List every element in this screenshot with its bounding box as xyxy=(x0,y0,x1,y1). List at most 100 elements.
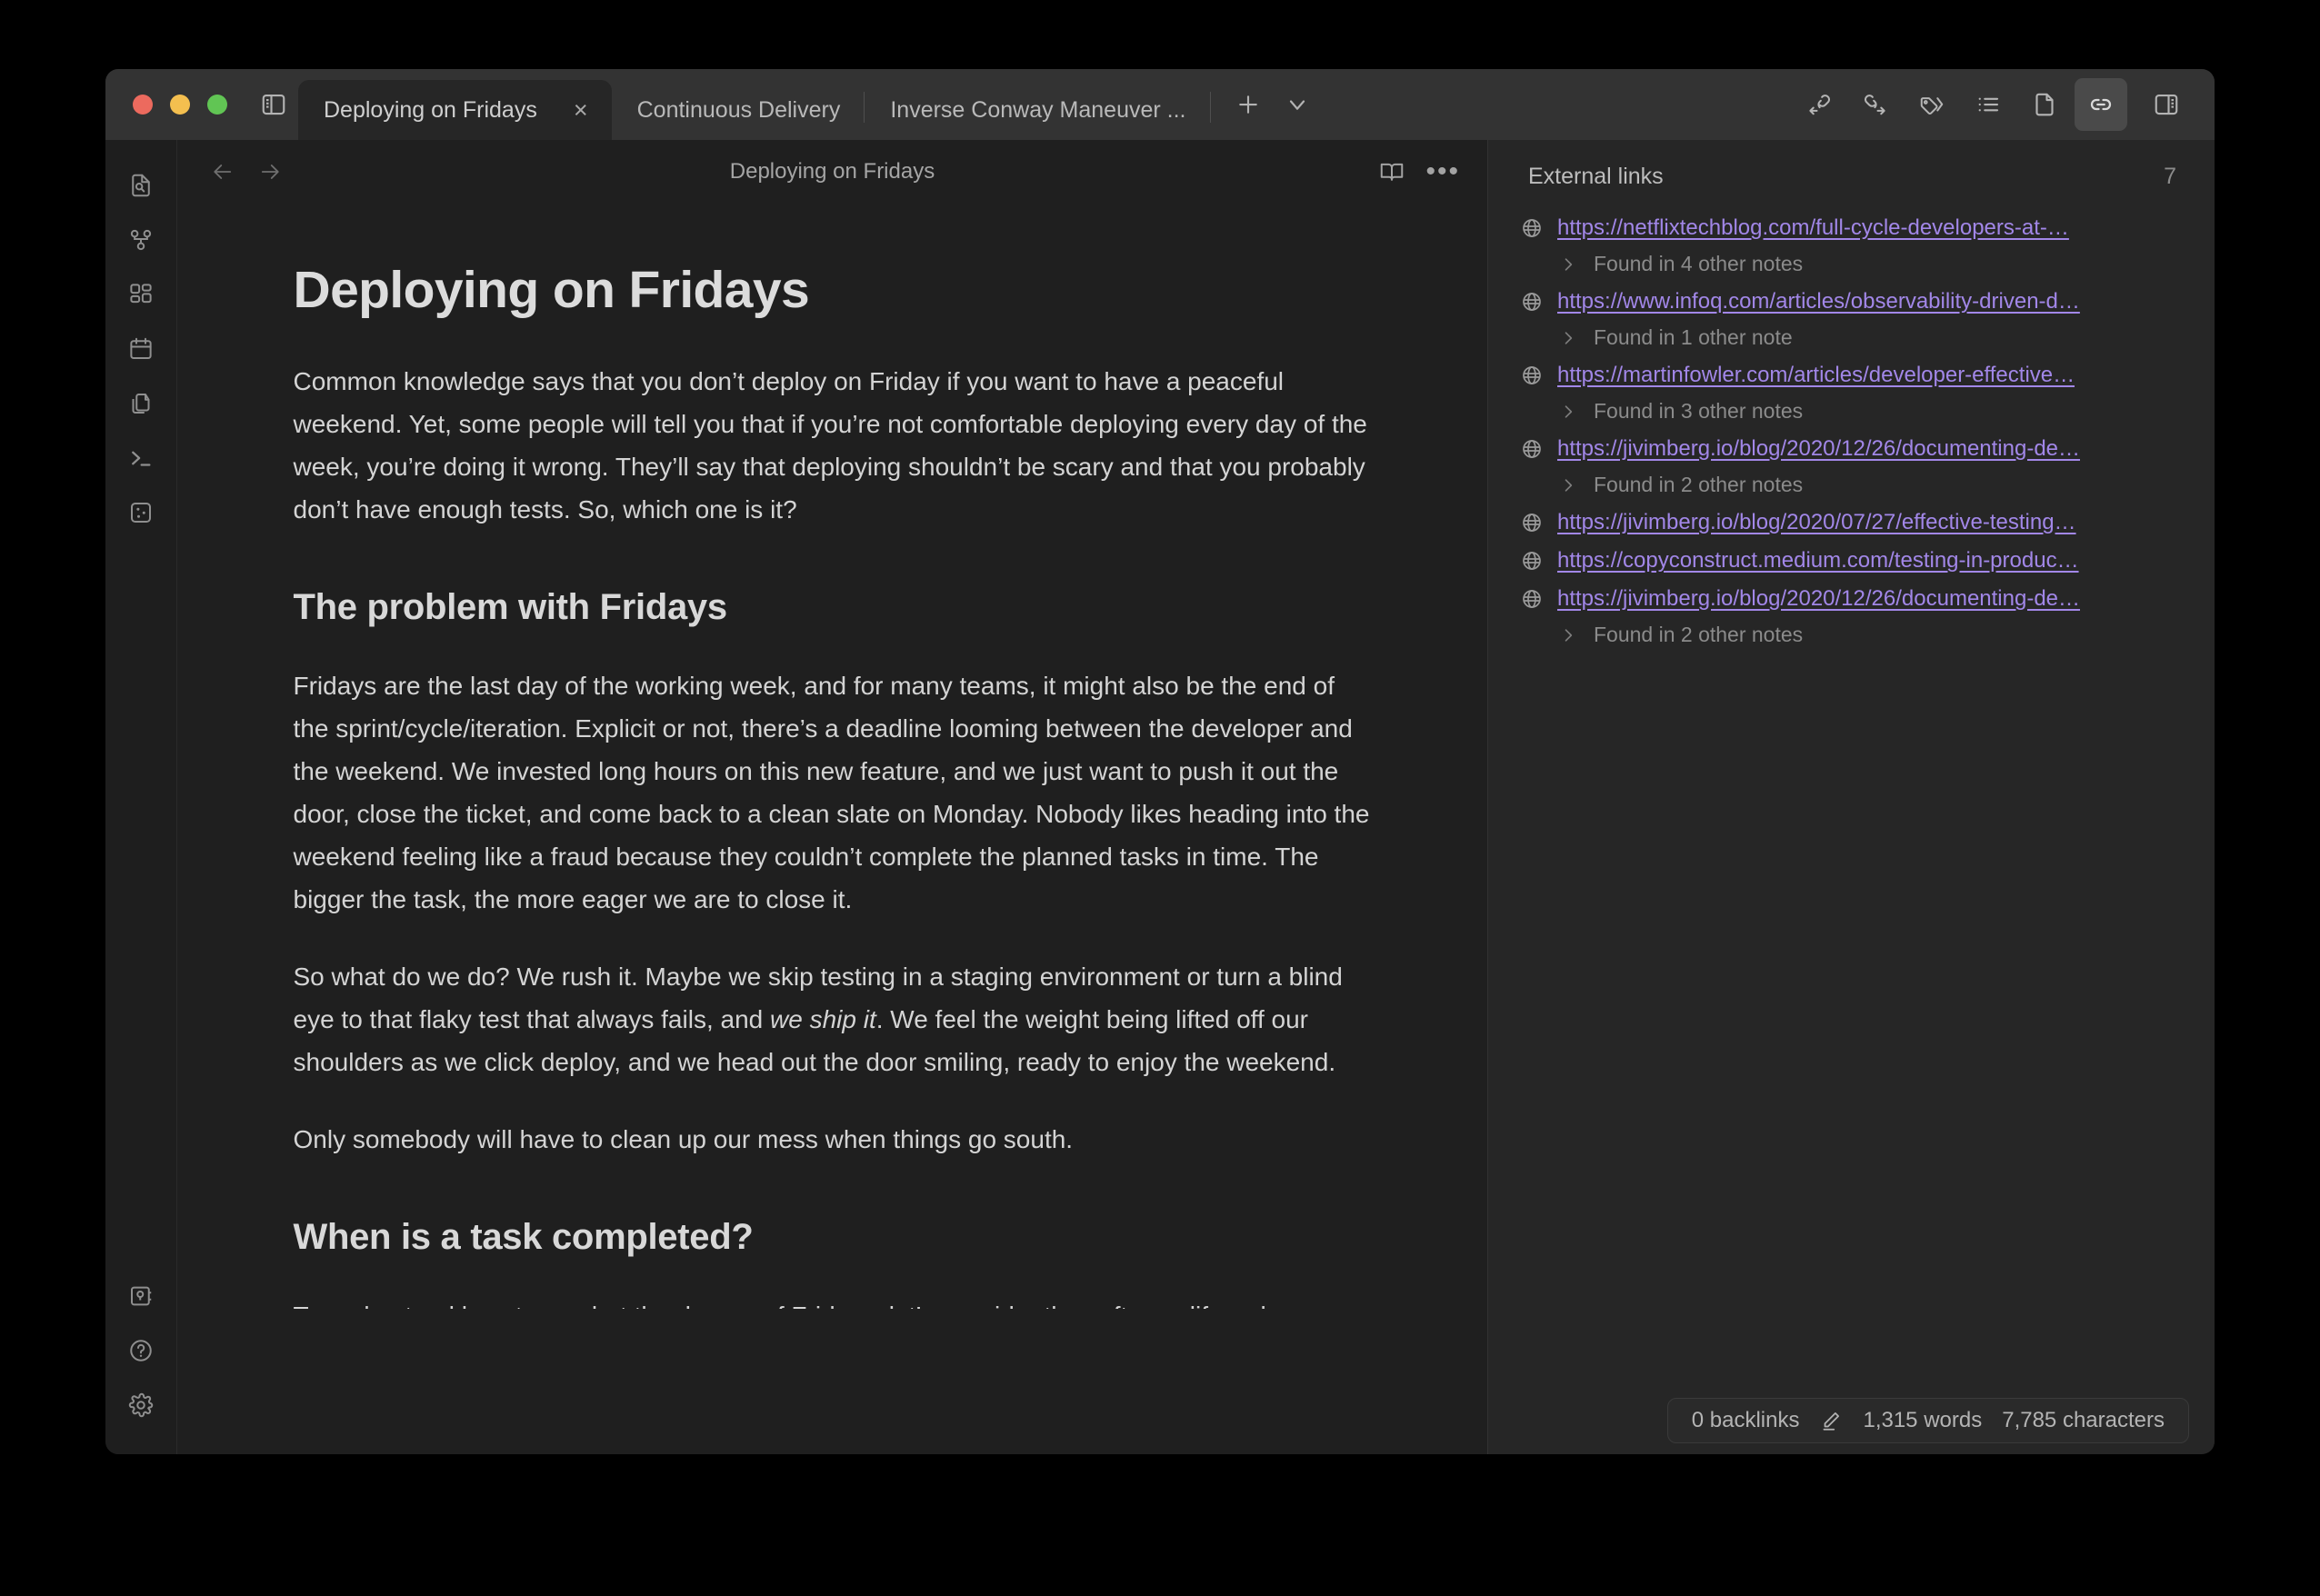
tab-continuous-delivery[interactable]: Continuous Delivery xyxy=(612,80,865,140)
external-link-url[interactable]: https://martinfowler.com/articles/develo… xyxy=(1557,363,2075,388)
note-paragraph-2: Fridays are the last day of the working … xyxy=(293,672,1370,913)
note-paragraph-4: Only somebody will have to clean up our … xyxy=(293,1125,1074,1153)
found-in-row[interactable]: Found in 2 other notes xyxy=(1521,623,2191,647)
tab-deploying-on-fridays[interactable]: Deploying on Fridays × xyxy=(298,80,612,140)
titlebar-far-right xyxy=(2142,69,2215,140)
titlebar-tools xyxy=(1793,69,2142,140)
found-in-label: Found in 2 other notes xyxy=(1594,623,1804,646)
list-item: https://jivimberg.io/blog/2020/12/26/doc… xyxy=(1521,436,2191,497)
external-link-row[interactable]: https://jivimberg.io/blog/2020/07/27/eff… xyxy=(1521,510,2191,535)
external-link-row[interactable]: https://www.infoq.com/articles/observabi… xyxy=(1521,289,2191,314)
backlinks-icon[interactable] xyxy=(1793,78,1845,131)
external-link-row[interactable]: https://copyconstruct.medium.com/testing… xyxy=(1521,548,2191,574)
sidebar-item-canvas[interactable] xyxy=(115,269,166,320)
back-arrow-icon[interactable] xyxy=(206,155,239,188)
status-backlinks-count[interactable]: 0 backlinks xyxy=(1692,1408,1800,1433)
note-header-title: Deploying on Fridays xyxy=(729,159,935,184)
found-in-row[interactable]: Found in 3 other notes xyxy=(1521,399,2191,424)
toggle-right-sidebar-icon[interactable] xyxy=(2142,69,2191,140)
found-in-label: Found in 4 other notes xyxy=(1594,252,1804,275)
new-tab-icon[interactable] xyxy=(1224,69,1273,140)
note-scroll-area[interactable]: Deploying on Fridays Common knowledge sa… xyxy=(177,204,1487,1454)
tags-icon[interactable] xyxy=(1905,78,1958,131)
maximize-window-button[interactable] xyxy=(207,95,227,115)
navigation-arrows xyxy=(206,155,286,188)
tab-close-icon[interactable]: × xyxy=(574,97,588,123)
list-item: https://www.infoq.com/articles/observabi… xyxy=(1521,289,2191,350)
list-item: https://jivimberg.io/blog/2020/12/26/doc… xyxy=(1521,586,2191,647)
chevron-right-icon[interactable] xyxy=(1559,476,1577,494)
sidebar-item-graph-view[interactable] xyxy=(115,214,166,265)
globe-icon xyxy=(1521,512,1543,534)
globe-icon xyxy=(1521,364,1543,386)
tab-strip: Deploying on Fridays × Continuous Delive… xyxy=(298,69,1211,140)
chevron-right-icon[interactable] xyxy=(1559,255,1577,274)
note-heading-problem-with-fridays: The problem with Fridays xyxy=(293,587,728,627)
external-links-icon[interactable] xyxy=(2075,78,2127,131)
status-bar: 0 backlinks 1,315 words 7,785 characters xyxy=(1666,1398,2189,1443)
chevron-right-icon[interactable] xyxy=(1559,403,1577,421)
sidebar-item-local-graph[interactable] xyxy=(115,487,166,538)
titlebar-drag-region xyxy=(1322,69,1794,140)
found-in-label: Found in 2 other notes xyxy=(1594,473,1804,496)
external-links-title: External links xyxy=(1528,164,1664,189)
tab-actions xyxy=(1211,69,1322,140)
found-in-row[interactable]: Found in 4 other notes xyxy=(1521,252,2191,276)
close-window-button[interactable] xyxy=(133,95,153,115)
external-link-url[interactable]: https://copyconstruct.medium.com/testing… xyxy=(1557,548,2079,574)
external-link-row[interactable]: https://jivimberg.io/blog/2020/12/26/doc… xyxy=(1521,436,2191,462)
globe-icon xyxy=(1521,550,1543,572)
external-link-row[interactable]: https://martinfowler.com/articles/develo… xyxy=(1521,363,2191,388)
sidebar-item-terminal[interactable] xyxy=(115,433,166,484)
more-options-icon[interactable]: ••• xyxy=(1425,158,1460,185)
chevron-right-icon[interactable] xyxy=(1559,626,1577,644)
chevron-down-icon[interactable] xyxy=(1273,69,1322,140)
tab-inverse-conway-maneuver[interactable]: Inverse Conway Maneuver ... xyxy=(865,80,1209,140)
external-links-panel: External links 7 https://netflixtechblog… xyxy=(1487,140,2215,1454)
sidebar-item-help[interactable] xyxy=(115,1325,166,1376)
sidebar-item-templates[interactable] xyxy=(115,378,166,429)
forward-arrow-icon[interactable] xyxy=(254,155,286,188)
reading-view-icon[interactable] xyxy=(1378,158,1405,185)
tab-label: Deploying on Fridays xyxy=(324,96,537,123)
sidebar-item-daily-note[interactable] xyxy=(115,324,166,374)
found-in-label: Found in 1 other note xyxy=(1594,325,1793,349)
globe-icon xyxy=(1521,217,1543,239)
sidebar-item-vault[interactable] xyxy=(115,1271,166,1322)
note-header: Deploying on Fridays ••• xyxy=(177,140,1487,204)
note-title-heading: Deploying on Fridays xyxy=(293,261,810,319)
list-item: https://netflixtechblog.com/full-cycle-d… xyxy=(1521,215,2191,276)
external-link-row[interactable]: https://netflixtechblog.com/full-cycle-d… xyxy=(1521,215,2191,241)
status-word-count[interactable]: 1,315 words xyxy=(1863,1408,1982,1433)
toggle-left-sidebar-icon[interactable] xyxy=(249,69,298,140)
tab-label: Inverse Conway Maneuver ... xyxy=(890,96,1186,123)
note-content[interactable]: Deploying on Fridays Common knowledge sa… xyxy=(228,260,1437,1309)
sidebar-item-settings[interactable] xyxy=(115,1380,166,1431)
pencil-icon[interactable] xyxy=(1819,1409,1843,1432)
page-preview-icon[interactable] xyxy=(2018,78,2071,131)
note-header-actions: ••• xyxy=(1378,158,1460,185)
found-in-row[interactable]: Found in 2 other notes xyxy=(1521,473,2191,497)
chevron-right-icon[interactable] xyxy=(1559,329,1577,347)
outgoing-links-icon[interactable] xyxy=(1849,78,1902,131)
found-in-label: Found in 3 other notes xyxy=(1594,399,1804,423)
note-paragraph-1: Common knowledge says that you don’t dep… xyxy=(293,367,1367,524)
outline-icon[interactable] xyxy=(1962,78,2015,131)
external-link-url[interactable]: https://netflixtechblog.com/full-cycle-d… xyxy=(1557,215,2069,241)
external-link-url[interactable]: https://jivimberg.io/blog/2020/12/26/doc… xyxy=(1557,436,2080,462)
external-link-url[interactable]: https://www.infoq.com/articles/observabi… xyxy=(1557,289,2080,314)
traffic-lights xyxy=(105,69,249,140)
external-link-row[interactable]: https://jivimberg.io/blog/2020/12/26/doc… xyxy=(1521,586,2191,612)
status-character-count[interactable]: 7,785 characters xyxy=(2002,1408,2165,1433)
found-in-row[interactable]: Found in 1 other note xyxy=(1521,325,2191,350)
external-links-list[interactable]: https://netflixtechblog.com/full-cycle-d… xyxy=(1488,206,2215,1454)
external-link-url[interactable]: https://jivimberg.io/blog/2020/07/27/eff… xyxy=(1557,510,2076,535)
sidebar-item-quick-switcher[interactable] xyxy=(115,160,166,211)
globe-icon xyxy=(1521,291,1543,313)
external-link-url[interactable]: https://jivimberg.io/blog/2020/12/26/doc… xyxy=(1557,586,2080,612)
minimize-window-button[interactable] xyxy=(170,95,190,115)
external-links-header: External links 7 xyxy=(1488,140,2215,206)
editor-pane: Deploying on Fridays ••• Deploying on Fr… xyxy=(176,140,1487,1454)
title-bar: Deploying on Fridays × Continuous Delive… xyxy=(105,69,2215,140)
left-ribbon xyxy=(105,140,176,1454)
